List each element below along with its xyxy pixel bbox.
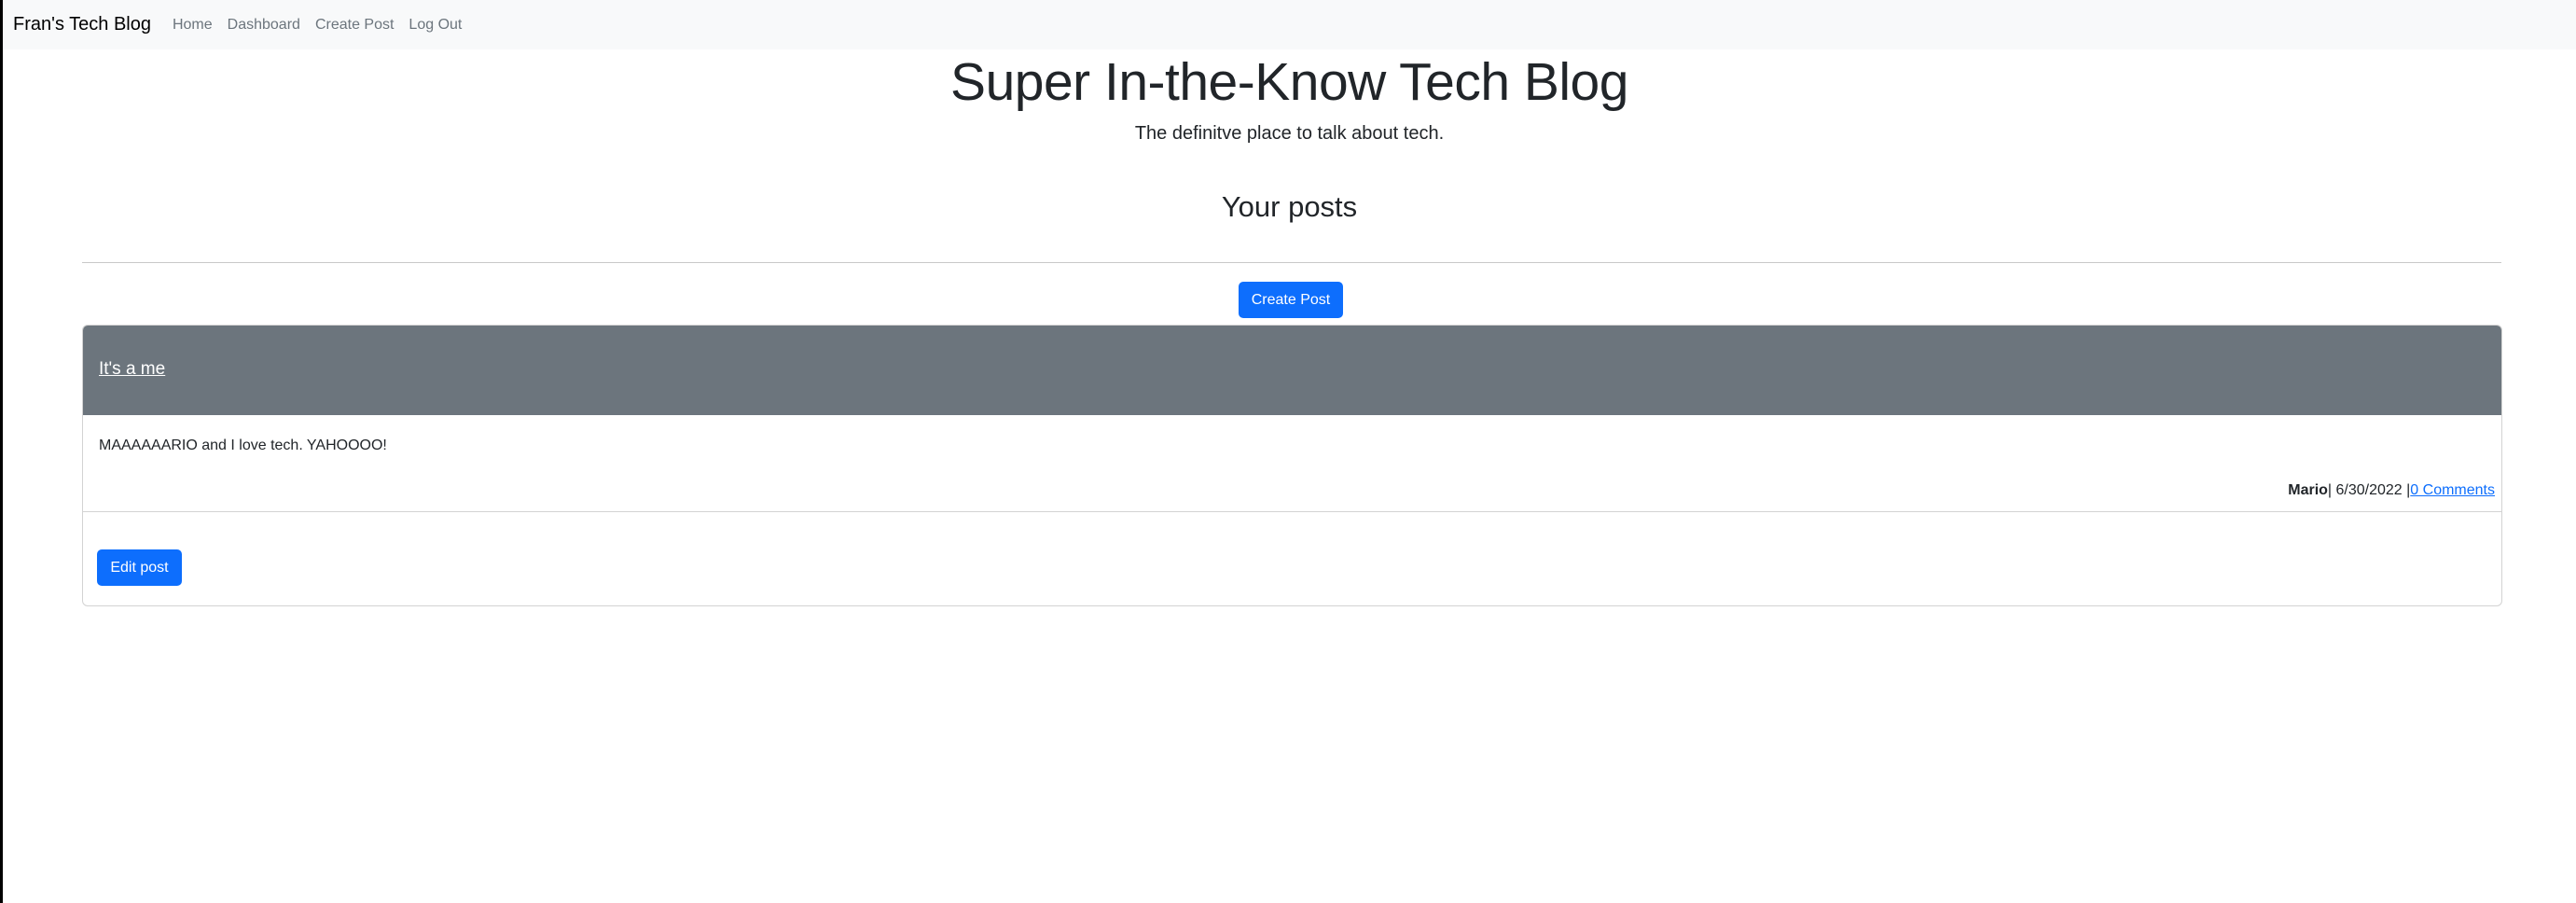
create-post-button[interactable]: Create Post [1239,282,1343,318]
post-content: MAAAAAARIO and I love tech. YAHOOOO! [99,438,387,453]
navbar-brand[interactable]: Fran's Tech Blog [13,14,151,35]
post-card: It's a me MAAAAAARIO and I love tech. YA… [82,325,2502,606]
section-divider [82,262,2501,263]
post-header: It's a me [83,326,2501,415]
post-author: Mario [2288,482,2328,498]
post-body: MAAAAAARIO and I love tech. YAHOOOO! Mar… [83,415,2501,512]
post-meta: Mario| 6/30/2022 |0 Comments [2288,481,2495,500]
nav-link-log-out[interactable]: Log Out [409,17,462,34]
nav-link-dashboard[interactable]: Dashboard [228,17,300,34]
page-subtitle: The definitve place to talk about tech. [1134,123,1445,144]
post-date: | 6/30/2022 | [2327,482,2411,498]
top-navbar: Fran's Tech Blog Home Dashboard Create P… [3,0,2576,49]
nav-link-create-post[interactable]: Create Post [315,17,394,34]
section-title: Your posts [1221,190,1358,223]
nav-link-home[interactable]: Home [173,17,213,34]
edit-post-button[interactable]: Edit post [97,549,182,586]
page-title: Super In-the-Know Tech Blog [950,52,1628,112]
comments-link[interactable]: 0 Comments [2410,482,2495,498]
post-title-link[interactable]: It's a me [99,357,165,382]
